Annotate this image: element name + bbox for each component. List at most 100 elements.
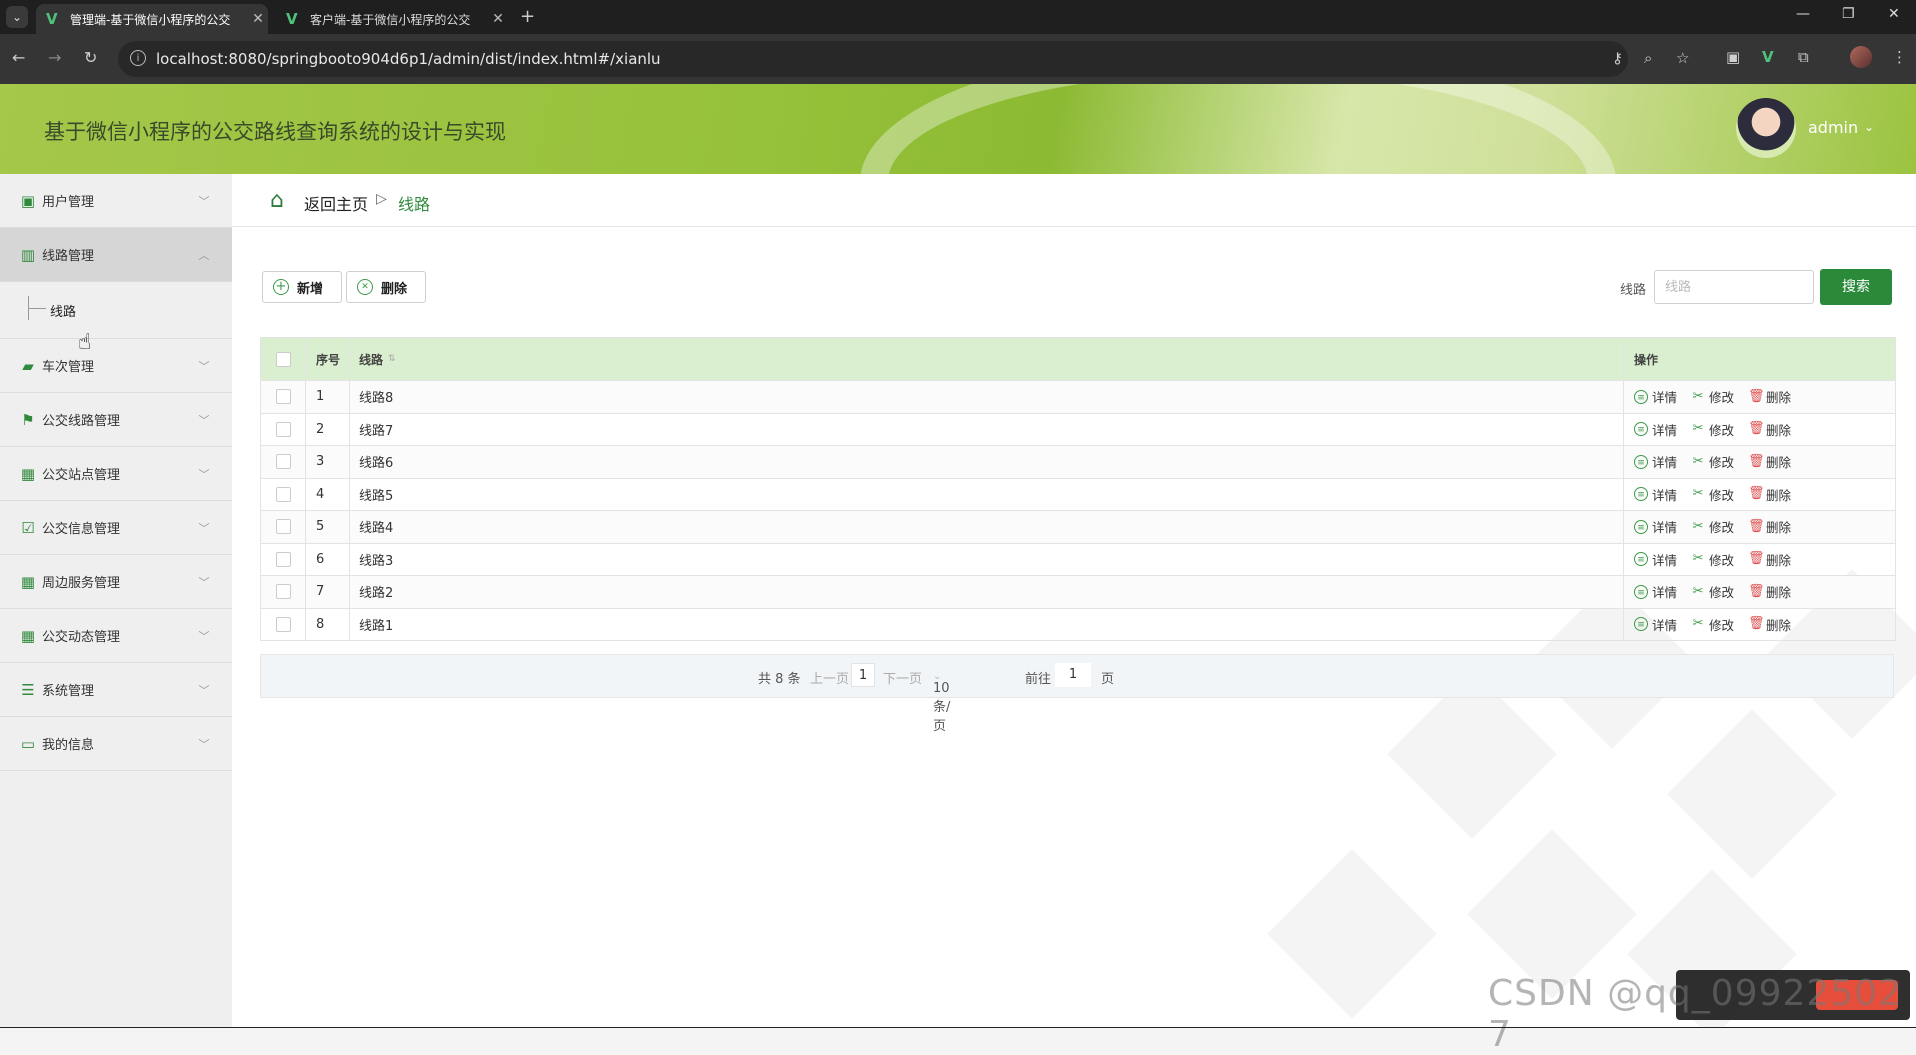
tab-close-icon[interactable]: ✕: [488, 11, 508, 27]
vue-devtools-icon[interactable]: V: [1762, 48, 1774, 66]
row-checkbox[interactable]: [275, 519, 291, 535]
search-label: 线路: [1620, 283, 1647, 298]
sidebar-item-trip-management[interactable]: ▰ 车次管理 ﹀: [0, 339, 232, 393]
new-tab-icon[interactable]: +: [520, 6, 535, 27]
goto-page-input[interactable]: 1: [1055, 663, 1091, 687]
row-checkbox[interactable]: [275, 616, 291, 632]
add-button[interactable]: + 新增: [262, 271, 342, 303]
sidebar-item-user-management[interactable]: ▣ 用户管理 ﹀: [0, 174, 232, 228]
sidebar-item-bus-route-management[interactable]: ⚑ 公交线路管理 ﹀: [0, 393, 232, 447]
close-window-icon[interactable]: ✕: [1888, 6, 1900, 22]
bookmark-star-icon[interactable]: ☆: [1676, 49, 1689, 67]
back-icon[interactable]: ←: [12, 48, 25, 67]
sidebar-item-bus-news-management[interactable]: ▦ 公交动态管理 ﹀: [0, 609, 232, 663]
sidebar-subitem-route[interactable]: 线路: [50, 301, 76, 320]
reload-icon[interactable]: ↻: [84, 48, 97, 67]
home-icon[interactable]: ⌂: [270, 190, 296, 212]
user-avatar[interactable]: [1736, 98, 1796, 158]
extensions-puzzle-icon[interactable]: ⧉: [1798, 48, 1809, 66]
delete-button[interactable]: 🗑 删除: [1748, 452, 1791, 471]
extension-icon[interactable]: ▣: [1726, 48, 1740, 66]
sidebar-item-my-info[interactable]: ▭ 我的信息 ﹀: [0, 717, 232, 771]
sidebar-item-route-management[interactable]: ▥ 线路管理 ︿: [0, 228, 232, 282]
scissors-edit-icon: ✂: [1692, 616, 1704, 632]
sidebar-item-bus-stop-management[interactable]: ▦ 公交站点管理 ﹀: [0, 447, 232, 501]
chevron-down-icon: ﹀: [198, 683, 210, 697]
row-route-name: 线路4: [350, 511, 1624, 543]
row-checkbox[interactable]: [275, 486, 291, 502]
user-name[interactable]: admin: [1808, 118, 1858, 137]
sort-icon[interactable]: ⇅: [388, 354, 396, 364]
delete-button[interactable]: 🗑 删除: [1748, 387, 1791, 406]
delete-button[interactable]: 🗑 删除: [1748, 550, 1791, 569]
row-route-name: 线路7: [350, 413, 1624, 445]
row-checkbox[interactable]: [275, 389, 291, 405]
prev-page-button[interactable]: 上一页: [810, 668, 849, 687]
browser-menu-icon[interactable]: ⋮: [1892, 48, 1907, 66]
breadcrumb-home-link[interactable]: 返回主页: [304, 191, 368, 215]
detail-label: 详情: [1652, 585, 1678, 601]
sidebar-item-system-management[interactable]: ☰ 系统管理 ﹀: [0, 663, 232, 717]
clipboard-icon: ☑: [21, 518, 35, 537]
sidebar-item-label: 车次管理: [42, 360, 95, 375]
row-checkbox[interactable]: [275, 454, 291, 470]
trash-icon: 🗑: [1748, 616, 1765, 632]
detail-button[interactable]: ≡ 详情: [1634, 452, 1677, 471]
detail-button[interactable]: ≡ 详情: [1634, 550, 1677, 569]
forward-icon[interactable]: →: [48, 48, 61, 67]
edit-button[interactable]: ✂ 修改: [1691, 387, 1734, 406]
sidebar-item-label: 公交信息管理: [42, 522, 121, 537]
current-page[interactable]: 1: [851, 663, 875, 687]
page-size-select[interactable]: 10条/页 ⌄: [933, 668, 950, 734]
delete-button[interactable]: 🗑 删除: [1748, 615, 1791, 634]
restore-icon[interactable]: ❐: [1842, 6, 1855, 22]
trash-icon: 🗑: [1748, 583, 1765, 599]
edit-button[interactable]: ✂ 修改: [1691, 452, 1734, 471]
sidebar-item-bus-info-management[interactable]: ☑ 公交信息管理 ﹀: [0, 501, 232, 555]
edit-button[interactable]: ✂ 修改: [1691, 517, 1734, 536]
edit-label: 修改: [1709, 617, 1735, 633]
detail-button[interactable]: ≡ 详情: [1634, 615, 1677, 634]
browser-tab-admin[interactable]: V 管理端-基于微信小程序的公交 ✕: [36, 4, 268, 34]
header-route[interactable]: 线路 ⇅: [350, 338, 1624, 380]
row-checkbox[interactable]: [275, 421, 291, 437]
tab-close-icon[interactable]: ✕: [248, 11, 268, 27]
delete-button[interactable]: 🗑 删除: [1748, 420, 1791, 439]
minimize-icon[interactable]: —: [1796, 6, 1810, 22]
batch-delete-button[interactable]: ✕ 删除: [346, 271, 426, 303]
url-bar[interactable]: i localhost:8080/springbooto904d6p1/admi…: [118, 41, 1689, 77]
detail-button[interactable]: ≡ 详情: [1634, 420, 1677, 439]
detail-button[interactable]: ≡ 详情: [1634, 582, 1677, 601]
delete-button[interactable]: 🗑 删除: [1748, 582, 1791, 601]
route-icon: ▥: [20, 245, 36, 264]
sidebar-item-nearby-service-management[interactable]: ▦ 周边服务管理 ﹀: [0, 555, 232, 609]
edit-button[interactable]: ✂ 修改: [1691, 420, 1734, 439]
edit-button[interactable]: ✂ 修改: [1691, 582, 1734, 601]
trash-icon: 🗑: [1748, 388, 1765, 404]
route-search-input[interactable]: [1654, 270, 1814, 304]
edit-button[interactable]: ✂ 修改: [1691, 485, 1734, 504]
site-info-icon[interactable]: i: [130, 50, 146, 66]
delete-button[interactable]: 🗑 删除: [1748, 485, 1791, 504]
chevron-down-icon[interactable]: ⌄: [1864, 120, 1874, 134]
table-row: 8 线路1 ≡ 详情 ✂ 修改 🗑 删除: [261, 608, 1895, 641]
row-checkbox[interactable]: [275, 551, 291, 567]
password-key-icon[interactable]: ⚷: [1612, 49, 1623, 67]
browser-tab-client[interactable]: V 客户端-基于微信小程序的公交 ✕: [276, 4, 508, 34]
row-index: 8: [306, 608, 350, 640]
delete-button[interactable]: 🗑 删除: [1748, 517, 1791, 536]
edit-button[interactable]: ✂ 修改: [1691, 615, 1734, 634]
edit-button[interactable]: ✂ 修改: [1691, 550, 1734, 569]
tab-list-icon[interactable]: ⌄: [6, 6, 28, 28]
detail-button[interactable]: ≡ 详情: [1634, 387, 1677, 406]
row-checkbox[interactable]: [275, 584, 291, 600]
detail-button[interactable]: ≡ 详情: [1634, 517, 1677, 536]
csdn-watermark: CSDN @qq_09922502 7: [1488, 973, 1903, 1055]
select-all-checkbox[interactable]: [275, 351, 291, 367]
sidebar: ▣ 用户管理 ﹀ ▥ 线路管理 ︿ 线路 ▰ 车次管理 ﹀ ⚑ 公交线路管理 ﹀…: [0, 174, 233, 1028]
detail-button[interactable]: ≡ 详情: [1634, 485, 1677, 504]
zoom-icon[interactable]: ⌕: [1644, 49, 1652, 67]
profile-avatar[interactable]: [1850, 46, 1872, 68]
next-page-button[interactable]: 下一页: [883, 668, 922, 687]
search-button[interactable]: 搜索: [1820, 269, 1892, 305]
